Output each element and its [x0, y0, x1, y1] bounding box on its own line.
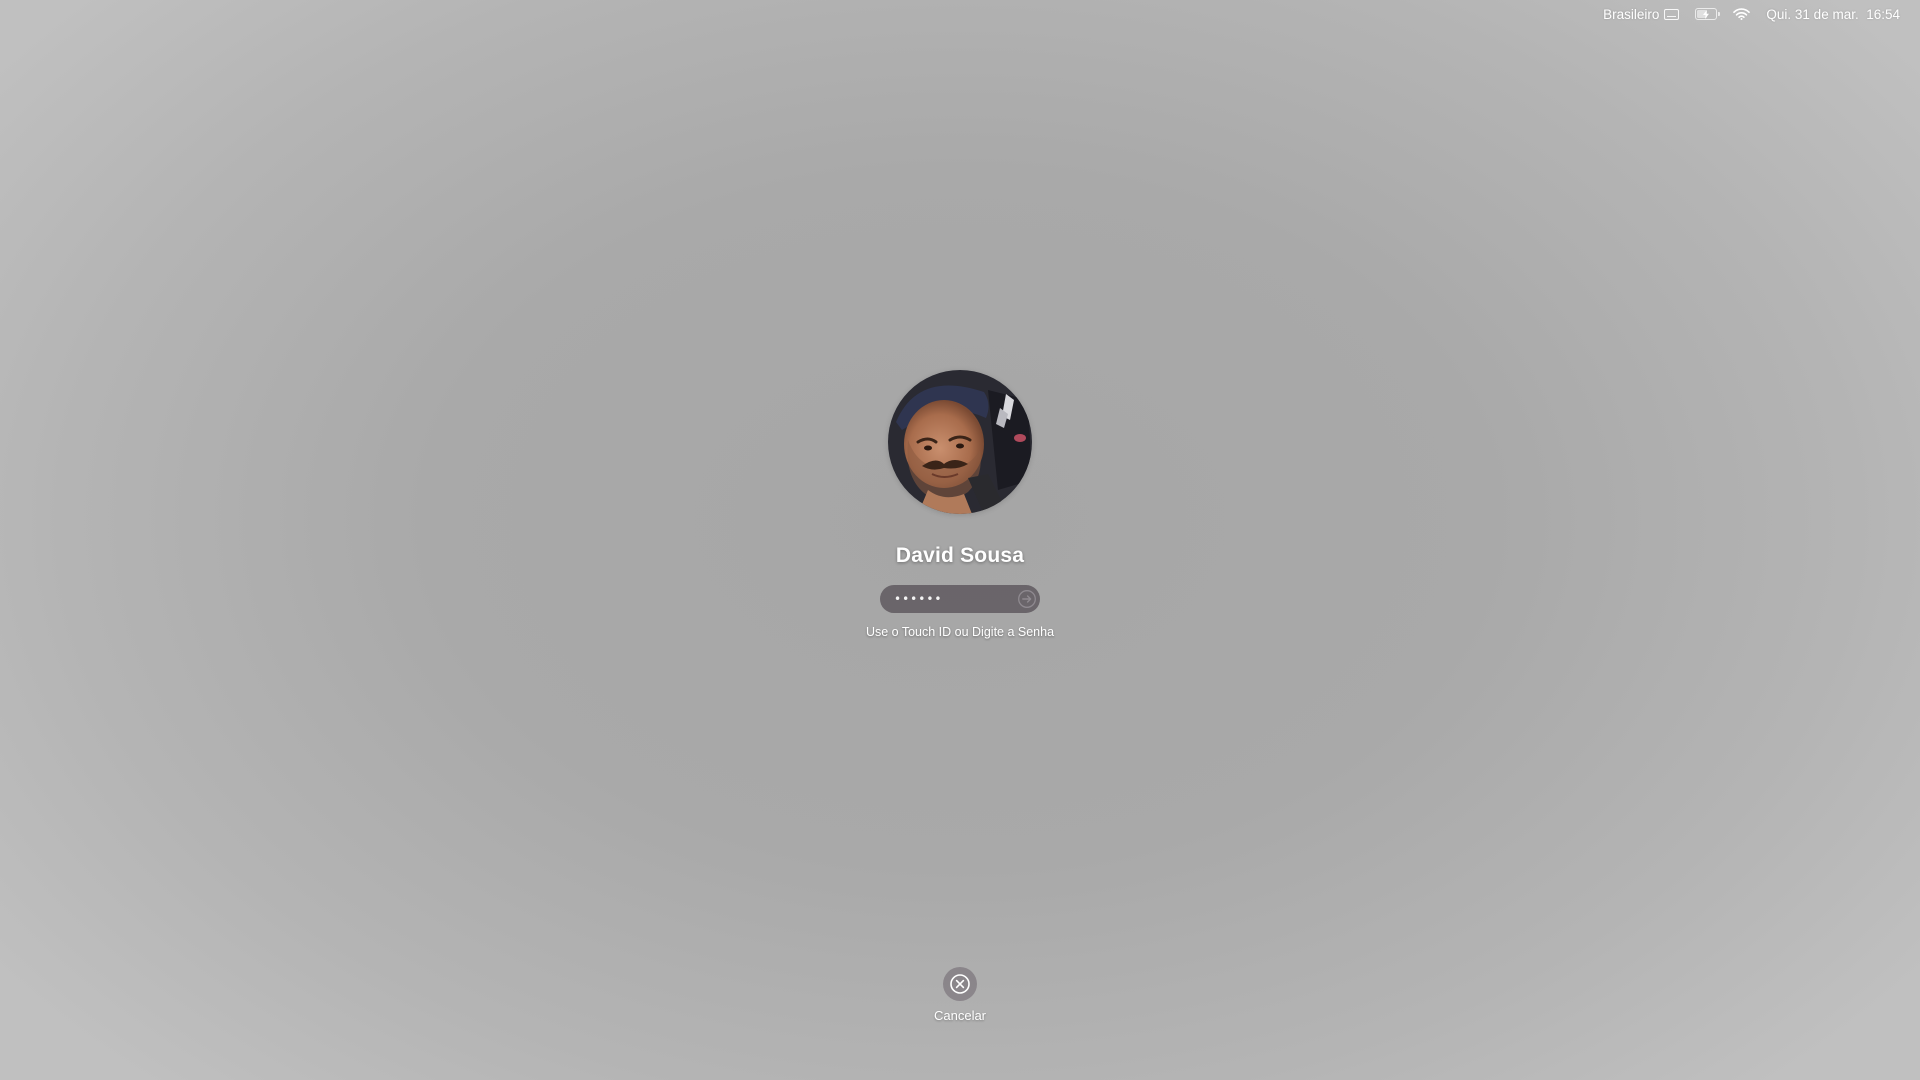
wifi-menu[interactable] [1733, 0, 1751, 28]
input-source-label: Brasileiro [1603, 6, 1660, 22]
clock[interactable]: Qui. 31 de mar. 16:54 [1766, 0, 1900, 28]
user-photo [888, 370, 1032, 514]
login-panel: David Sousa •••••• Use o Touch ID ou Dig… [0, 370, 1920, 639]
bolt-icon [1703, 9, 1710, 19]
cancel-button[interactable] [943, 967, 977, 1001]
arrow-right-circle-icon [1018, 590, 1036, 608]
username: David Sousa [895, 544, 1025, 567]
battery-menu[interactable] [1695, 0, 1721, 28]
menu-bar: Brasileiro Qui. 31 de mar. 16:54 [1587, 0, 1920, 28]
input-source-menu[interactable]: Brasileiro [1603, 0, 1680, 28]
keyboard-icon [1664, 8, 1680, 20]
cancel-area: Cancelar [0, 967, 1920, 1023]
cancel-label: Cancelar [933, 1008, 987, 1023]
password-masked-value: •••••• [894, 592, 943, 606]
password-field[interactable]: •••••• [880, 585, 1040, 613]
submit-button[interactable] [1016, 588, 1038, 610]
datetime-label: Qui. 31 de mar. 16:54 [1766, 6, 1900, 22]
battery-charging-icon [1695, 8, 1721, 20]
wifi-icon [1733, 8, 1751, 20]
user-avatar[interactable] [888, 370, 1032, 514]
x-circle-icon [950, 974, 970, 994]
login-hint: Use o Touch ID ou Digite a Senha [865, 625, 1055, 639]
